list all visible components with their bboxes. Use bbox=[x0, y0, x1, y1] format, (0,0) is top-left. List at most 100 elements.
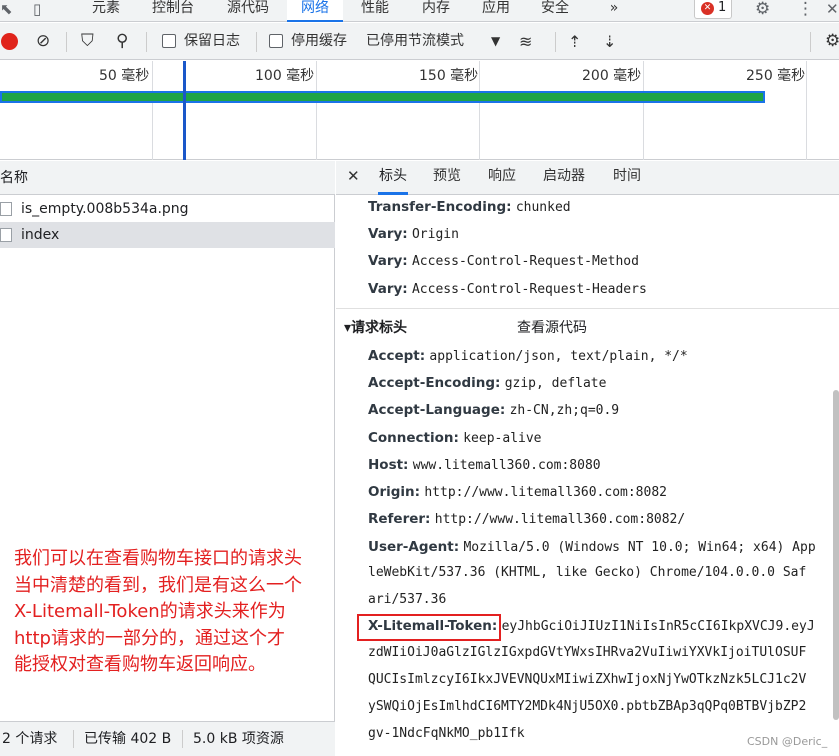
header-value-continuation: ari/537.36 bbox=[368, 592, 447, 607]
chevron-down-icon[interactable]: ▼ bbox=[491, 23, 500, 60]
tab-performance[interactable]: 性能 bbox=[358, 0, 392, 22]
watermark: CSDN @Deric_ bbox=[747, 735, 828, 748]
request-row[interactable]: is_empty.008b534a.png bbox=[0, 196, 335, 222]
response-header-row: Vary: Access-Control-Request-Method bbox=[368, 253, 639, 269]
request-header-row: Host: www.litemall360.com:8080 bbox=[368, 457, 601, 473]
view-source-link[interactable]: 查看源代码 bbox=[517, 317, 587, 337]
timeline-tick-label: 50 毫秒 bbox=[99, 68, 150, 84]
request-header-row: Connection: keep-alive bbox=[368, 430, 542, 446]
request-name: index bbox=[21, 227, 60, 243]
tab-network[interactable]: 网络 bbox=[287, 0, 343, 22]
header-value-continuation: gv-1NdcFqNkMO_pb1Ifk bbox=[368, 726, 525, 741]
request-header-row: Referer: http://www.litemall360.com:8082… bbox=[368, 511, 686, 527]
request-header-row: Accept: application/json, text/plain, */… bbox=[368, 348, 688, 364]
preserve-log-label: 保留日志 bbox=[184, 33, 240, 49]
image-file-icon bbox=[0, 202, 12, 216]
toolbar-divider bbox=[555, 32, 556, 52]
timeline-tick bbox=[479, 61, 480, 160]
toolbar-divider bbox=[146, 32, 147, 52]
record-button[interactable] bbox=[1, 33, 18, 50]
clear-icon[interactable]: ⊘ bbox=[36, 23, 50, 60]
request-header-row: Accept-Language: zh-CN,zh;q=0.9 bbox=[368, 402, 620, 418]
request-row[interactable]: index bbox=[0, 222, 335, 248]
error-icon: ✕ bbox=[701, 2, 714, 15]
section-divider bbox=[336, 308, 839, 309]
inspect-element-icon[interactable]: ⬉ bbox=[0, 0, 13, 20]
token-highlight-box bbox=[357, 614, 501, 641]
request-timing-outline bbox=[0, 91, 765, 103]
more-tabs-button[interactable]: » bbox=[604, 0, 624, 22]
throttle-select[interactable]: 已停用节流模式 bbox=[366, 23, 464, 60]
annotation-line: X-Litemall-Token的请求头来作为 bbox=[14, 601, 286, 622]
search-icon[interactable]: ⚲ bbox=[116, 23, 128, 60]
network-toolbar: ⊘ ⛉ ⚲ 保留日志 停用缓存 已停用节流模式 ▼ ≋ ⇡ ⇣ ⚙ bbox=[0, 23, 839, 60]
timeline-tick-label: 200 毫秒 bbox=[582, 68, 642, 84]
status-bar: 2 个请求 已传输 402 B 5.0 kB 项资源 bbox=[0, 721, 335, 756]
toolbar-divider bbox=[256, 32, 257, 52]
header-value-continuation: zdWIiOiJ0aGlzIGlzIGxpdGVtYWxsIHRva2VuIiw… bbox=[368, 645, 807, 660]
preserve-log-checkbox[interactable] bbox=[162, 34, 176, 48]
tab-console[interactable]: 控制台 bbox=[149, 0, 197, 22]
request-header-row: Origin: http://www.litemall360.com:8082 bbox=[368, 484, 667, 500]
resources-size: 5.0 kB 项资源 bbox=[193, 731, 284, 747]
filter-icon[interactable]: ⛉ bbox=[81, 23, 94, 60]
annotation-line: 能授权对查看购物车返回响应。 bbox=[14, 654, 266, 675]
disable-cache-label: 停用缓存 bbox=[291, 33, 347, 49]
response-header-row: Transfer-Encoding: chunked bbox=[368, 199, 571, 215]
tab-security[interactable]: 安全 bbox=[538, 0, 572, 22]
disable-cache-checkbox[interactable] bbox=[269, 34, 283, 48]
response-header-row: Vary: Origin bbox=[368, 226, 459, 242]
export-har-icon[interactable]: ⇣ bbox=[603, 23, 616, 60]
annotation-line: 我们可以在查看购物车接口的请求头 bbox=[14, 548, 302, 569]
details-tab-bar: ✕ 标头 预览 响应 启动器 时间 bbox=[336, 161, 839, 195]
request-name: is_empty.008b534a.png bbox=[21, 201, 189, 217]
annotation-note: 我们可以在查看购物车接口的请求头 当中清楚的看到，我们是有这么一个 X-Lite… bbox=[14, 546, 354, 679]
document-file-icon bbox=[0, 228, 12, 242]
header-value-continuation: ySWQiOjEsImlhdCI6MTY2MDk4NjU5OX0.pbtbZBA… bbox=[368, 699, 807, 714]
device-toolbar-icon[interactable]: ▯ bbox=[33, 0, 41, 20]
name-column-header[interactable]: 名称 bbox=[0, 161, 335, 195]
annotation-line: http请求的一部分的，通过这个才 bbox=[14, 627, 285, 649]
transferred-size: 已传输 402 B bbox=[84, 731, 172, 747]
close-details-icon[interactable]: ✕ bbox=[347, 161, 360, 195]
tab-memory[interactable]: 内存 bbox=[419, 0, 453, 22]
details-scrollbar[interactable] bbox=[833, 390, 839, 720]
more-options-icon[interactable]: ⋮ bbox=[797, 0, 814, 20]
status-divider bbox=[73, 730, 74, 748]
toolbar-divider bbox=[810, 32, 811, 52]
timeline-cursor[interactable] bbox=[183, 61, 186, 160]
timeline-tick-label: 100 毫秒 bbox=[255, 68, 315, 84]
settings-gear-icon[interactable]: ⚙ bbox=[755, 0, 770, 20]
user-agent-header-row: User-Agent: Mozilla/5.0 (Windows NT 10.0… bbox=[368, 539, 816, 555]
tab-preview[interactable]: 预览 bbox=[433, 161, 461, 195]
tab-initiator[interactable]: 启动器 bbox=[543, 161, 585, 195]
error-count-badge[interactable]: ✕ 1 bbox=[694, 0, 732, 19]
tab-headers[interactable]: 标头 bbox=[378, 161, 408, 195]
request-header-row: Accept-Encoding: gzip, deflate bbox=[368, 375, 607, 391]
triangle-down-icon: ▾ bbox=[344, 320, 352, 336]
header-value-continuation: QUCIsImlzcyI6IkxJVEVNQUxMIiwiZXhwIjoxNjY… bbox=[368, 672, 807, 687]
timeline-tick-label: 250 毫秒 bbox=[746, 68, 806, 84]
timeline-overview[interactable]: 50 毫秒 100 毫秒 150 毫秒 200 毫秒 250 毫秒 bbox=[0, 61, 839, 160]
network-conditions-icon[interactable]: ≋ bbox=[519, 23, 532, 60]
tab-timing[interactable]: 时间 bbox=[613, 161, 641, 195]
request-headers-section-toggle[interactable]: ▾请求标头 bbox=[344, 317, 407, 337]
timeline-tick bbox=[316, 61, 317, 160]
tab-application[interactable]: 应用 bbox=[479, 0, 513, 22]
request-details-pane: ✕ 标头 预览 响应 启动器 时间 Transfer-Encoding: chu… bbox=[336, 161, 839, 756]
tab-sources[interactable]: 源代码 bbox=[224, 0, 272, 22]
network-settings-gear-icon[interactable]: ⚙ bbox=[825, 23, 839, 60]
tab-elements[interactable]: 元素 bbox=[89, 0, 123, 22]
timeline-tick-label: 150 毫秒 bbox=[419, 68, 479, 84]
response-header-row: Vary: Access-Control-Request-Headers bbox=[368, 281, 647, 297]
error-count: 1 bbox=[718, 0, 727, 15]
header-value-continuation: leWebKit/537.36 (KHTML, like Gecko) Chro… bbox=[368, 565, 807, 580]
tab-response[interactable]: 响应 bbox=[488, 161, 516, 195]
toolbar-divider bbox=[66, 32, 67, 52]
import-har-icon[interactable]: ⇡ bbox=[568, 23, 581, 60]
annotation-line: 当中清楚的看到，我们是有这么一个 bbox=[14, 574, 302, 596]
devtools-tab-bar: ⬉ ▯ 元素 控制台 源代码 网络 性能 内存 应用 安全 » ✕ 1 ⚙ ⋮ … bbox=[0, 0, 839, 22]
timeline-tick bbox=[643, 61, 644, 160]
close-devtools-icon[interactable]: ✕ bbox=[826, 0, 839, 20]
request-count: 2 个请求 bbox=[2, 731, 58, 747]
